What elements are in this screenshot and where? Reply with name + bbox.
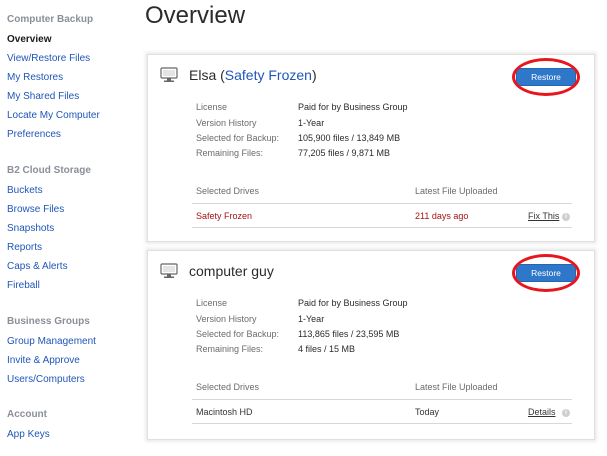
info-key-version-history: Version History — [196, 118, 257, 128]
info-key-selected-backup: Selected for Backup: — [196, 329, 280, 339]
page-title: Overview — [145, 2, 246, 29]
sidebar-item-my-restores[interactable]: My Restores — [7, 72, 63, 83]
info-value-version-history: 1-Year — [298, 118, 325, 128]
restore-button[interactable]: Restore — [516, 68, 576, 86]
sidebar-heading-account: Account — [7, 409, 47, 420]
info-value-license: Paid for by Business Group — [298, 298, 408, 308]
drive-name-cell: Safety Frozen — [196, 211, 253, 221]
sidebar-item-caps-alerts[interactable]: Caps & Alerts — [7, 261, 68, 272]
info-value-version-history: 1-Year — [298, 314, 325, 324]
info-value-remaining-files: 4 files / 15 MB — [298, 344, 356, 354]
sidebar-item-view-restore-files[interactable]: View/Restore Files — [7, 53, 90, 64]
info-key-license: License — [196, 298, 228, 308]
sidebar-item-browse-files[interactable]: Browse Files — [7, 204, 64, 215]
info-value-remaining-files: 77,205 files / 9,871 MB — [298, 148, 391, 158]
computer-card-computer-guy: computer guy Restore License Paid for by… — [147, 250, 595, 440]
details-link[interactable]: Details — [528, 407, 556, 417]
sidebar-item-reports[interactable]: Reports — [7, 242, 42, 253]
computer-card-elsa: Elsa (Safety Frozen) Restore License Pai… — [147, 54, 595, 242]
sidebar-item-snapshots[interactable]: Snapshots — [7, 223, 54, 234]
computer-name: Elsa (Safety Frozen) — [189, 67, 317, 83]
drive-name-cell: Macintosh HD — [196, 407, 253, 417]
sidebar-heading-b2-cloud-storage: B2 Cloud Storage — [7, 165, 91, 176]
sidebar-item-overview[interactable]: Overview — [7, 34, 51, 45]
fix-this-link[interactable]: Fix This — [528, 211, 559, 221]
computer-name-text: computer guy — [189, 263, 274, 279]
latest-upload-cell: Today — [415, 407, 440, 417]
paren-close: ) — [311, 67, 317, 83]
sidebar-item-preferences[interactable]: Preferences — [7, 129, 61, 140]
sidebar-item-invite-approve[interactable]: Invite & Approve — [7, 355, 80, 366]
info-value-license: Paid for by Business Group — [298, 102, 408, 112]
info-icon[interactable]: i — [562, 213, 570, 221]
sidebar-item-group-management[interactable]: Group Management — [7, 336, 96, 347]
computer-name-text: Elsa — [189, 67, 217, 83]
computer-name: computer guy — [189, 263, 274, 279]
info-key-license: License — [196, 102, 228, 112]
sidebar-item-users-computers[interactable]: Users/Computers — [7, 374, 85, 385]
info-icon[interactable]: i — [562, 409, 570, 417]
info-key-remaining-files: Remaining Files: — [196, 344, 264, 354]
table-divider — [192, 423, 572, 424]
info-value-selected-backup: 113,865 files / 23,595 MB — [298, 329, 400, 339]
sidebar-heading-business-groups: Business Groups — [7, 316, 90, 327]
table-divider — [192, 203, 572, 204]
col-header-latest-file: Latest File Uploaded — [415, 382, 498, 392]
info-key-selected-backup: Selected for Backup: — [196, 133, 280, 143]
info-key-version-history: Version History — [196, 314, 257, 324]
monitor-icon — [160, 67, 178, 82]
sidebar: Computer Backup Overview View/Restore Fi… — [0, 0, 140, 456]
sidebar-heading-computer-backup: Computer Backup — [7, 14, 94, 25]
restore-button[interactable]: Restore — [516, 264, 576, 282]
col-header-latest-file: Latest File Uploaded — [415, 186, 498, 196]
table-divider — [192, 399, 572, 400]
monitor-icon — [160, 263, 178, 278]
table-divider — [192, 227, 572, 228]
drive-name-link[interactable]: Safety Frozen — [225, 67, 312, 83]
info-value-selected-backup: 105,900 files / 13,849 MB — [298, 133, 401, 143]
sidebar-item-buckets[interactable]: Buckets — [7, 185, 43, 196]
latest-upload-cell: 211 days ago — [415, 211, 469, 221]
info-key-remaining-files: Remaining Files: — [196, 148, 264, 158]
sidebar-item-app-keys[interactable]: App Keys — [7, 429, 50, 440]
col-header-selected-drives: Selected Drives — [196, 382, 260, 392]
col-header-selected-drives: Selected Drives — [196, 186, 260, 196]
sidebar-item-fireball[interactable]: Fireball — [7, 280, 40, 291]
sidebar-item-locate-my-computer[interactable]: Locate My Computer — [7, 110, 100, 121]
sidebar-item-my-shared-files[interactable]: My Shared Files — [7, 91, 79, 102]
